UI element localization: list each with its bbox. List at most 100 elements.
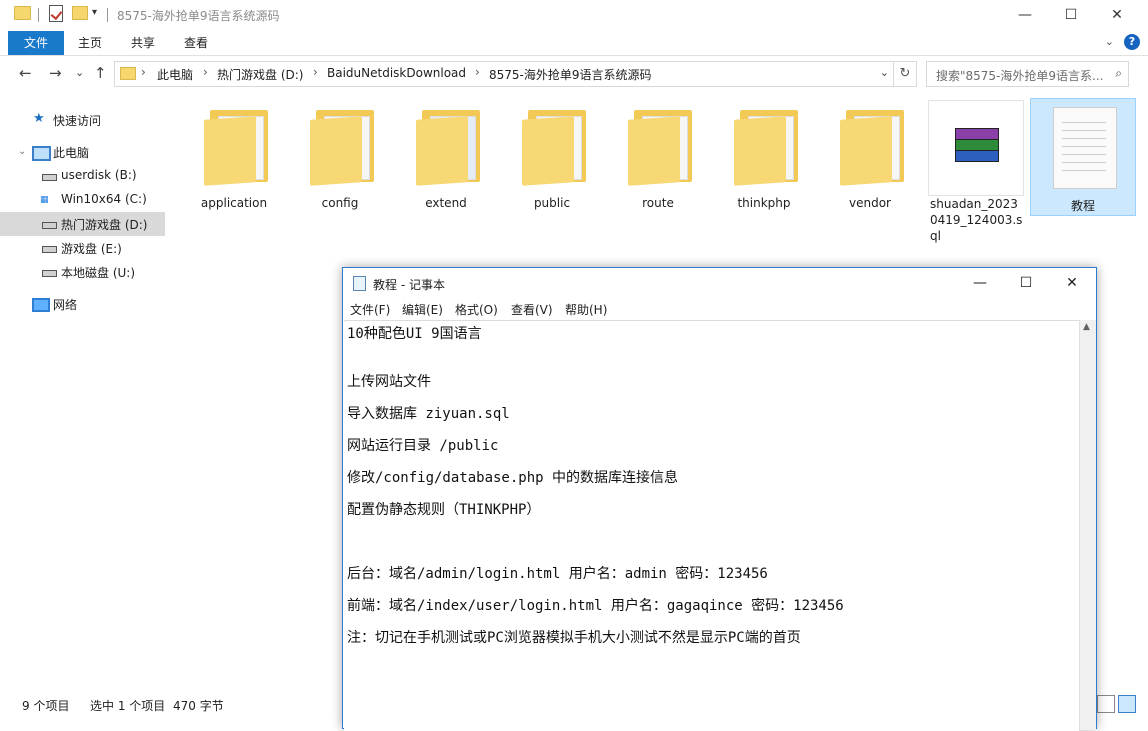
text-line: 导入数据库 ziyuan.sql [347,406,510,422]
windows-drive-icon: ▦ [40,195,49,205]
folder-item-config[interactable]: config [292,100,388,224]
menu-file[interactable]: 文件(F) [350,301,390,318]
tab-share[interactable]: 共享 [119,31,167,55]
file-name: 教程 [1070,199,1095,213]
notepad-title-bar[interactable]: 教程 - 记事本 — ☐ ✕ [343,268,1096,299]
tab-file[interactable]: 文件 [8,31,64,55]
drive-icon [42,222,57,229]
address-bar[interactable]: › 此电脑 › 热门游戏盘 (D:) › BaiduNetdiskDownloa… [114,61,894,87]
explorer-title-bar: ▾ 8575-海外抢单9语言系统源码 — ☐ ✕ [0,0,1148,31]
notepad-close-button[interactable]: ✕ [1049,268,1095,299]
folder-front [522,116,574,186]
folder-item-vendor[interactable]: vendor [822,100,918,224]
notepad-maximize-button[interactable]: ☐ [1003,268,1049,299]
maximize-button[interactable]: ☐ [1048,0,1094,31]
breadcrumb-baidunetdiskdownload[interactable]: BaiduNetdiskDownload [327,66,466,80]
breadcrumb-separator-icon[interactable]: › [475,65,480,79]
breadcrumb-drive-d[interactable]: 热门游戏盘 (D:) [217,66,303,83]
scroll-up-arrow-icon[interactable]: ▲ [1083,322,1090,332]
notepad-minimize-button[interactable]: — [957,268,1003,299]
notepad-menu-bar: 文件(F) 编辑(E) 格式(O) 查看(V) 帮助(H) [343,299,1096,319]
back-arrow-icon[interactable]: ← [19,64,32,82]
folder-front [310,116,362,186]
drive-icon [42,246,57,253]
details-view-icon[interactable] [1097,695,1115,713]
notepad-text-area[interactable]: 10种配色UI 9国语言 上传网站文件 导入数据库 ziyuan.sql 网站运… [344,320,1079,731]
search-input[interactable]: 搜索"8575-海外抢单9语言系... ⌕ [926,61,1129,87]
recent-locations-chevron-icon[interactable]: ⌄ [75,66,84,79]
text-document-icon [1053,107,1117,189]
ribbon-tabs: 文件 主页 共享 查看 ⌄ ? [0,31,1148,56]
refresh-button[interactable]: ↻ [893,61,917,87]
new-folder-icon[interactable] [72,6,88,20]
menu-view[interactable]: 查看(V) [511,301,553,318]
sidebar-item-this-pc[interactable]: ⌄ 此电脑 [0,140,165,164]
forward-arrow-icon[interactable]: → [49,64,62,82]
window-title: 8575-海外抢单9语言系统源码 [117,9,280,23]
tab-view[interactable]: 查看 [172,31,220,55]
breadcrumb-separator-icon[interactable]: › [141,65,146,79]
sidebar-item-userdisk[interactable]: userdisk (B:) [0,164,165,188]
expand-ribbon-chevron-icon[interactable]: ⌄ [1105,35,1114,48]
file-name: config [321,196,359,210]
sidebar-item-label: 此电脑 [53,146,90,160]
notepad-window: 教程 - 记事本 — ☐ ✕ 文件(F) 编辑(E) 格式(O) 查看(V) 帮… [342,267,1097,731]
sidebar-item-label: 网络 [53,298,78,312]
folder-icon[interactable] [14,6,31,20]
text-line: 注：切记在手机测试或PC浏览器模拟手机大小测试不然是显示PC端的首页 [347,630,801,646]
sidebar-item-label: userdisk (B:) [61,168,137,182]
text-line: 后台：域名/admin/login.html 用户名：admin 密码：1234… [347,566,768,582]
folder-front [734,116,786,186]
sidebar-item-label: 快速访问 [53,114,102,128]
breadcrumb-current-folder[interactable]: 8575-海外抢单9语言系统源码 [489,66,652,83]
folder-icon [120,67,136,80]
file-item-tutorial[interactable]: 教程 [1030,98,1136,216]
notepad-icon [353,276,366,291]
drive-icon [42,174,57,181]
breadcrumb-separator-icon[interactable]: › [313,65,318,79]
file-name: thinkphp [737,196,791,210]
menu-format[interactable]: 格式(O) [455,301,498,318]
text-line: 前端：域名/index/user/login.html 用户名：gagaqinc… [347,598,844,614]
folder-item-application[interactable]: application [186,100,282,224]
folder-item-thinkphp[interactable]: thinkphp [716,100,812,224]
breadcrumb-separator-icon[interactable]: › [203,65,208,79]
text-line: 10种配色UI 9国语言 [347,326,482,342]
sidebar-item-win10x64[interactable]: ▦ Win10x64 (C:) [0,188,165,212]
sidebar-item-drive-u[interactable]: 本地磁盘 (U:) [0,260,165,284]
selection-count: 选中 1 个项目 [90,699,166,713]
sidebar-item-drive-d[interactable]: 热门游戏盘 (D:) [0,212,165,236]
folder-item-route[interactable]: route [610,100,706,224]
menu-help[interactable]: 帮助(H) [565,301,607,318]
folder-front [840,116,892,186]
sidebar-item-label: 热门游戏盘 (D:) [61,218,148,232]
sidebar-item-quick-access[interactable]: ★ 快速访问 [0,108,165,132]
breadcrumb-this-pc[interactable]: 此电脑 [157,66,193,83]
sidebar-item-drive-e[interactable]: 游戏盘 (E:) [0,236,165,260]
text-line: 修改/config/database.php 中的数据库连接信息 [347,470,679,486]
up-arrow-icon[interactable]: ↑ [94,64,107,82]
file-name: route [642,196,674,210]
sidebar-item-network[interactable]: 网络 [0,292,165,316]
help-button[interactable]: ? [1124,34,1140,50]
file-item-sql-archive[interactable]: shuadan_20230419_124003.sql [928,100,1024,243]
expand-chevron-icon[interactable]: ⌄ [18,146,26,157]
navigation-pane: ★ 快速访问 ⌄ 此电脑 userdisk (B:) ▦ Win10x64 (C… [0,92,165,688]
minimize-button[interactable]: — [1002,0,1048,31]
folder-item-extend[interactable]: extend [398,100,494,224]
menu-edit[interactable]: 编辑(E) [402,301,443,318]
file-name: vendor [849,196,891,210]
large-icons-view-icon[interactable] [1118,695,1136,713]
notepad-vertical-scrollbar[interactable]: ▲ [1079,320,1096,730]
folder-item-public[interactable]: public [504,100,600,224]
search-icon[interactable]: ⌕ [1115,66,1122,81]
address-dropdown-chevron-icon[interactable]: ⌄ [880,66,889,79]
tab-home[interactable]: 主页 [66,31,114,55]
sidebar-item-label: 本地磁盘 (U:) [61,266,136,280]
sidebar-item-label: Win10x64 (C:) [61,192,147,206]
computer-icon [32,146,51,161]
close-button[interactable]: ✕ [1094,0,1140,31]
customize-toolbar-chevron-icon[interactable]: ▾ [92,7,97,18]
properties-icon[interactable] [49,5,63,22]
sidebar-item-label: 游戏盘 (E:) [61,242,122,256]
